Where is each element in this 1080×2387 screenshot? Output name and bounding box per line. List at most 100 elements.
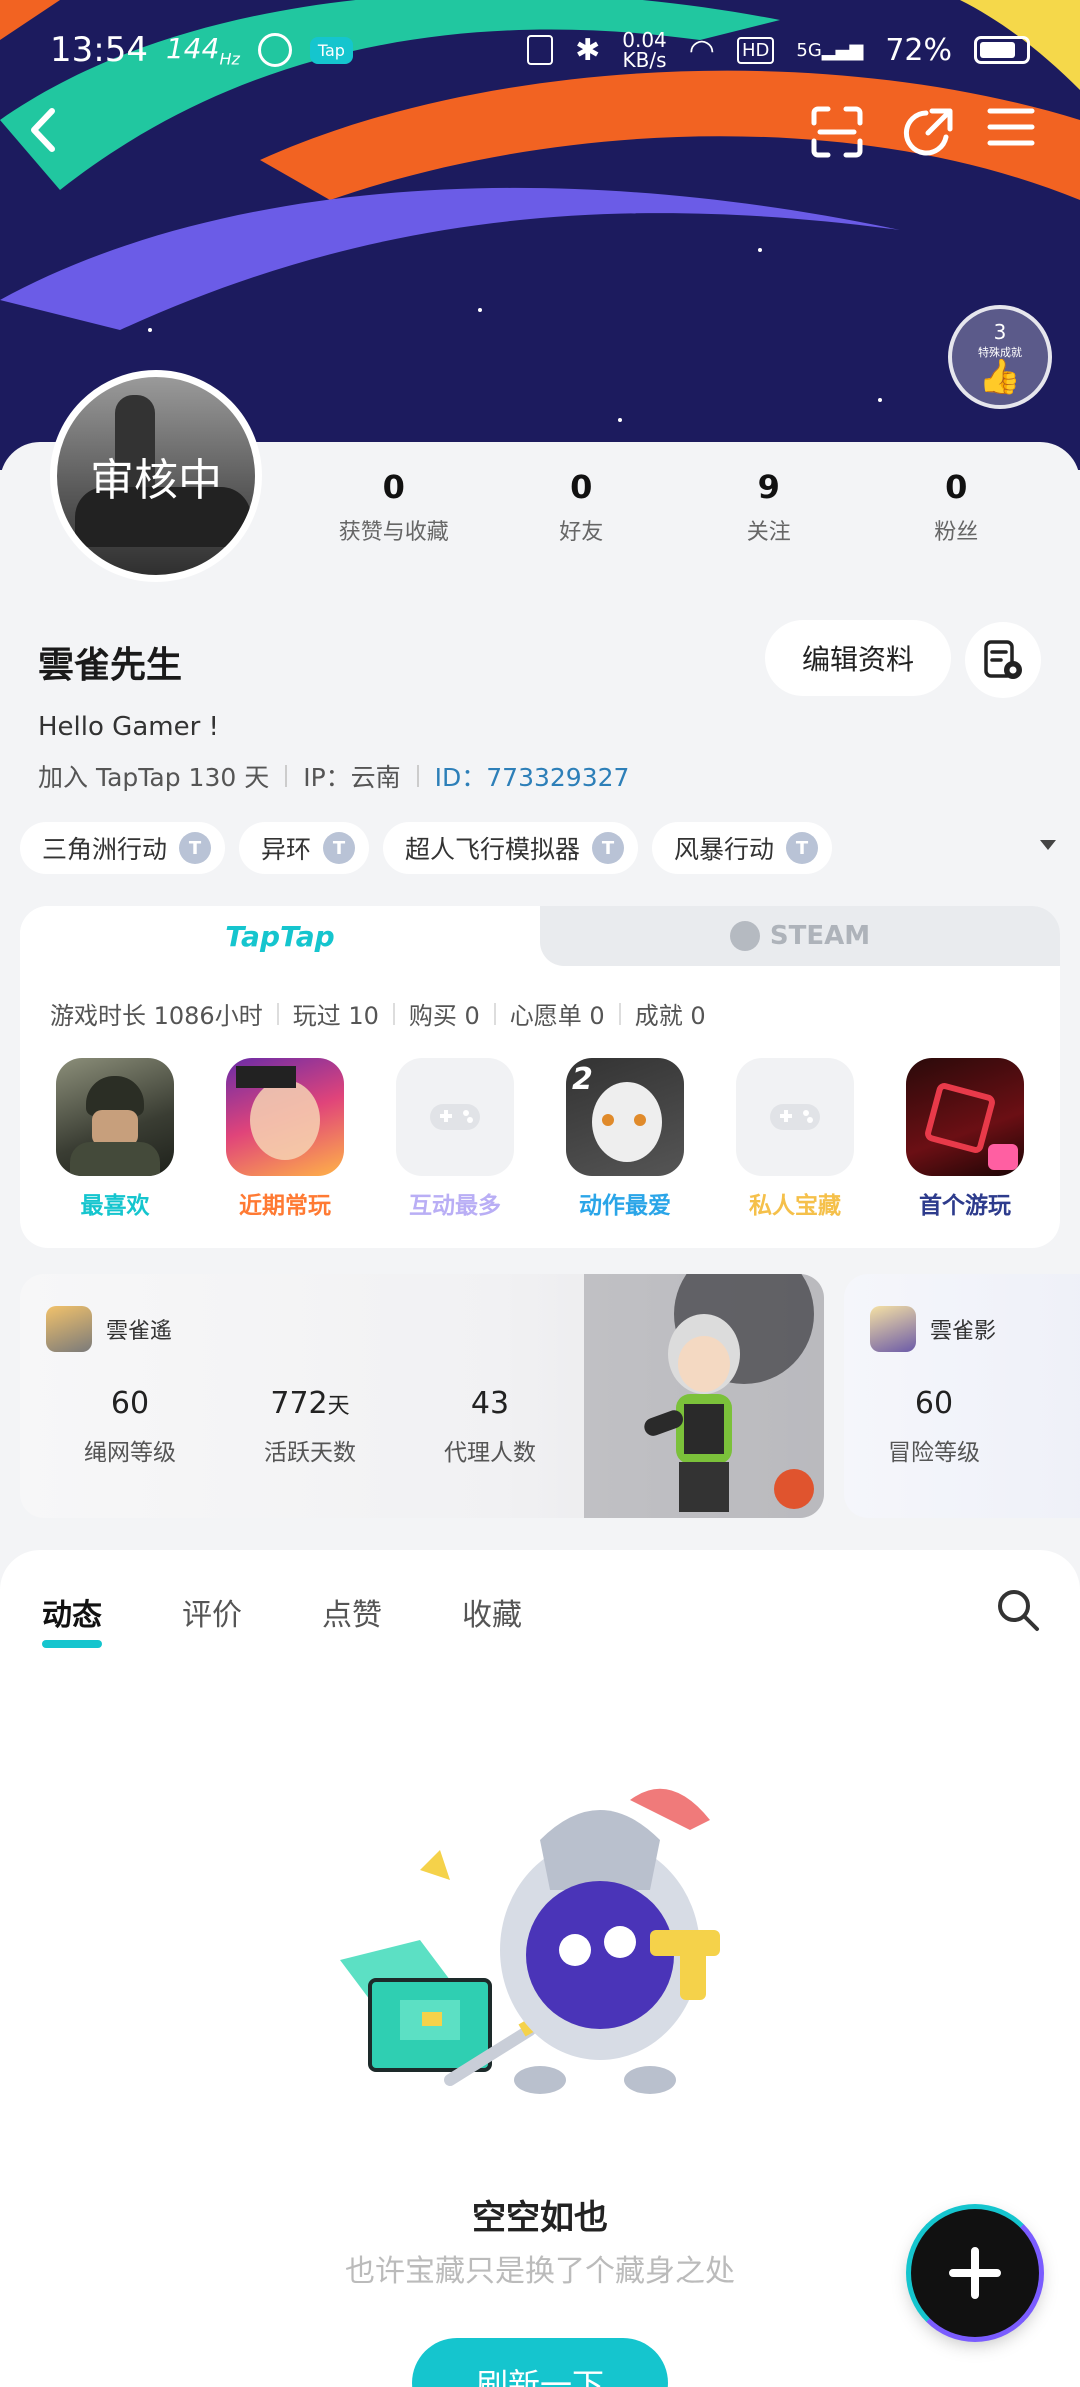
edit-profile-button[interactable]: 编辑资料 xyxy=(765,620,951,696)
stat-label: 获赞与收藏 xyxy=(338,520,449,545)
scan-button[interactable] xyxy=(810,105,880,175)
char-name: 雲雀遙 xyxy=(106,1319,173,1344)
tab-steam[interactable]: STEAM xyxy=(540,906,1060,966)
profile-document-button[interactable] xyxy=(965,622,1041,698)
game-recent[interactable]: 近期常玩 xyxy=(210,1058,360,1220)
taptap-tag-icon: T xyxy=(786,832,819,864)
back-button[interactable] xyxy=(24,105,94,175)
refresh-rate: 144Hz xyxy=(165,31,240,69)
char-stats: 60 冒险等级 xyxy=(844,1386,1024,1467)
feed-tabs: 动态 评价 点赞 收藏 xyxy=(42,1590,522,1648)
game-first-played[interactable]: 首个游玩 xyxy=(890,1058,1040,1220)
tab-taptap[interactable]: TapTap xyxy=(20,906,540,966)
document-settings-icon xyxy=(984,640,1022,679)
stat-label: 好友 xyxy=(559,520,604,545)
game-tags: 三角洲行动 T 异环 T 超人飞行模拟器 T 风暴行动 T xyxy=(20,822,1060,874)
avatar[interactable]: 审核中 xyxy=(50,370,262,582)
char-avatar xyxy=(46,1306,92,1352)
chevron-left-icon xyxy=(31,108,55,152)
battery-icon xyxy=(974,36,1030,64)
divider xyxy=(285,765,288,787)
steam-icon xyxy=(729,921,760,951)
purchased-count: 购买 0 xyxy=(408,1002,480,1030)
stat-label: 关注 xyxy=(746,520,791,545)
thumbs-up-icon: 👍 xyxy=(978,357,1022,397)
stat-fans[interactable]: 0 粉丝 xyxy=(863,468,1051,546)
taptap-tag-icon: T xyxy=(592,832,625,864)
scan-icon xyxy=(811,106,863,158)
tag-label: 风暴行动 xyxy=(674,835,775,864)
ip-location: IP：云南 xyxy=(303,763,401,792)
refresh-button[interactable]: 刷新一下 xyxy=(412,2338,668,2387)
game-summary: 游戏时长 1086小时 玩过 10 购买 0 心愿单 0 成就 0 xyxy=(50,996,706,1031)
genshin-character-card[interactable]: 雲雀影 60 冒险等级 xyxy=(844,1274,1080,1518)
battery-percent: 72% xyxy=(885,32,952,68)
search-icon xyxy=(998,1590,1039,1631)
profile-meta: 加入 TapTap 130 天 IP：云南 ID：773329327 xyxy=(38,758,629,794)
game-most-interaction[interactable]: 互动最多 xyxy=(380,1058,530,1220)
game-icon xyxy=(226,1058,344,1176)
char-avatar xyxy=(870,1306,916,1352)
user-id[interactable]: ID：773329327 xyxy=(435,758,630,794)
divider xyxy=(493,1002,496,1025)
wishlist-count: 心愿单 0 xyxy=(509,1002,605,1030)
divider xyxy=(618,1002,621,1025)
taptap-badge-icon: Tap xyxy=(309,36,353,64)
tab-likes[interactable]: 点赞 xyxy=(322,1590,382,1634)
stat-following[interactable]: 9 关注 xyxy=(675,468,863,546)
app-status-icon xyxy=(257,33,292,67)
stat-likes[interactable]: 0 获赞与收藏 xyxy=(300,468,488,546)
hamburger-menu-icon xyxy=(987,108,1035,146)
status-time: 13:54 xyxy=(50,30,148,70)
char-stats: 60 绳网等级 772天 活跃天数 43 代理人数 xyxy=(40,1386,580,1467)
game-tag[interactable]: 超人飞行模拟器 T xyxy=(383,822,639,874)
username: 雲雀先生 xyxy=(38,645,183,686)
hd-icon: HD xyxy=(736,36,775,64)
game-icon xyxy=(56,1058,174,1176)
game-icon xyxy=(906,1058,1024,1176)
joined-days: 加入 TapTap 130 天 xyxy=(38,763,270,792)
char-stat: 772天 活跃天数 xyxy=(264,1386,356,1466)
game-icon: 2 xyxy=(566,1058,684,1176)
create-post-button[interactable] xyxy=(906,2204,1044,2342)
gamepad-icon xyxy=(736,1058,854,1176)
tab-reviews[interactable]: 评价 xyxy=(182,1590,242,1634)
stat-value: 9 xyxy=(757,468,780,506)
played-count: 玩过 10 xyxy=(292,1002,379,1030)
expand-tags-chevron-down-icon[interactable] xyxy=(1040,840,1056,850)
char-header: 雲雀影 xyxy=(870,1306,996,1352)
game-records-card: TapTap STEAM 游戏时长 1086小时 玩过 10 购买 0 心愿单 … xyxy=(20,906,1060,1248)
achievement-count: 成就 0 xyxy=(634,1002,706,1030)
taptap-tag-icon: T xyxy=(179,832,212,864)
divider xyxy=(276,1002,279,1025)
game-tag[interactable]: 风暴行动 T xyxy=(652,822,833,874)
platform-tabs: TapTap STEAM xyxy=(20,906,1060,966)
game-action-favorite[interactable]: 2 动作最爱 xyxy=(550,1058,700,1220)
game-tag[interactable]: 异环 T xyxy=(239,822,370,874)
play-time: 游戏时长 1086小时 xyxy=(50,1002,263,1030)
medal-count: 3 xyxy=(993,320,1007,344)
share-button[interactable] xyxy=(900,105,970,175)
game-private-treasure[interactable]: 私人宝藏 xyxy=(720,1058,870,1220)
wifi-icon: ◠ xyxy=(688,32,715,68)
char-name: 雲雀影 xyxy=(930,1319,997,1344)
share-icon xyxy=(903,108,953,156)
menu-button[interactable] xyxy=(986,105,1056,175)
stat-friends[interactable]: 0 好友 xyxy=(488,468,676,546)
zzz-character-card[interactable]: 雲雀遙 60 绳网等级 772天 活跃天数 43 代理人数 xyxy=(20,1274,824,1518)
game-label: 私人宝藏 xyxy=(749,1193,841,1219)
divider xyxy=(416,765,419,787)
tab-favorites[interactable]: 收藏 xyxy=(462,1590,522,1634)
empty-state-title: 空空如也 xyxy=(472,2198,608,2238)
tag-label: 三角洲行动 xyxy=(42,835,168,864)
bio: Hello Gamer ! xyxy=(38,712,219,742)
tab-moments[interactable]: 动态 xyxy=(42,1590,102,1648)
plus-icon xyxy=(949,2247,1001,2299)
achievement-medal[interactable]: 3 特殊成就 👍 xyxy=(948,305,1052,409)
game-label: 动作最爱 xyxy=(579,1193,671,1219)
game-favorite[interactable]: 最喜欢 xyxy=(40,1058,190,1220)
game-tag[interactable]: 三角洲行动 T xyxy=(20,822,226,874)
stat-value: 0 xyxy=(570,468,593,506)
empty-state-illustration xyxy=(340,1788,720,2094)
feed-search-button[interactable] xyxy=(994,1586,1042,1638)
